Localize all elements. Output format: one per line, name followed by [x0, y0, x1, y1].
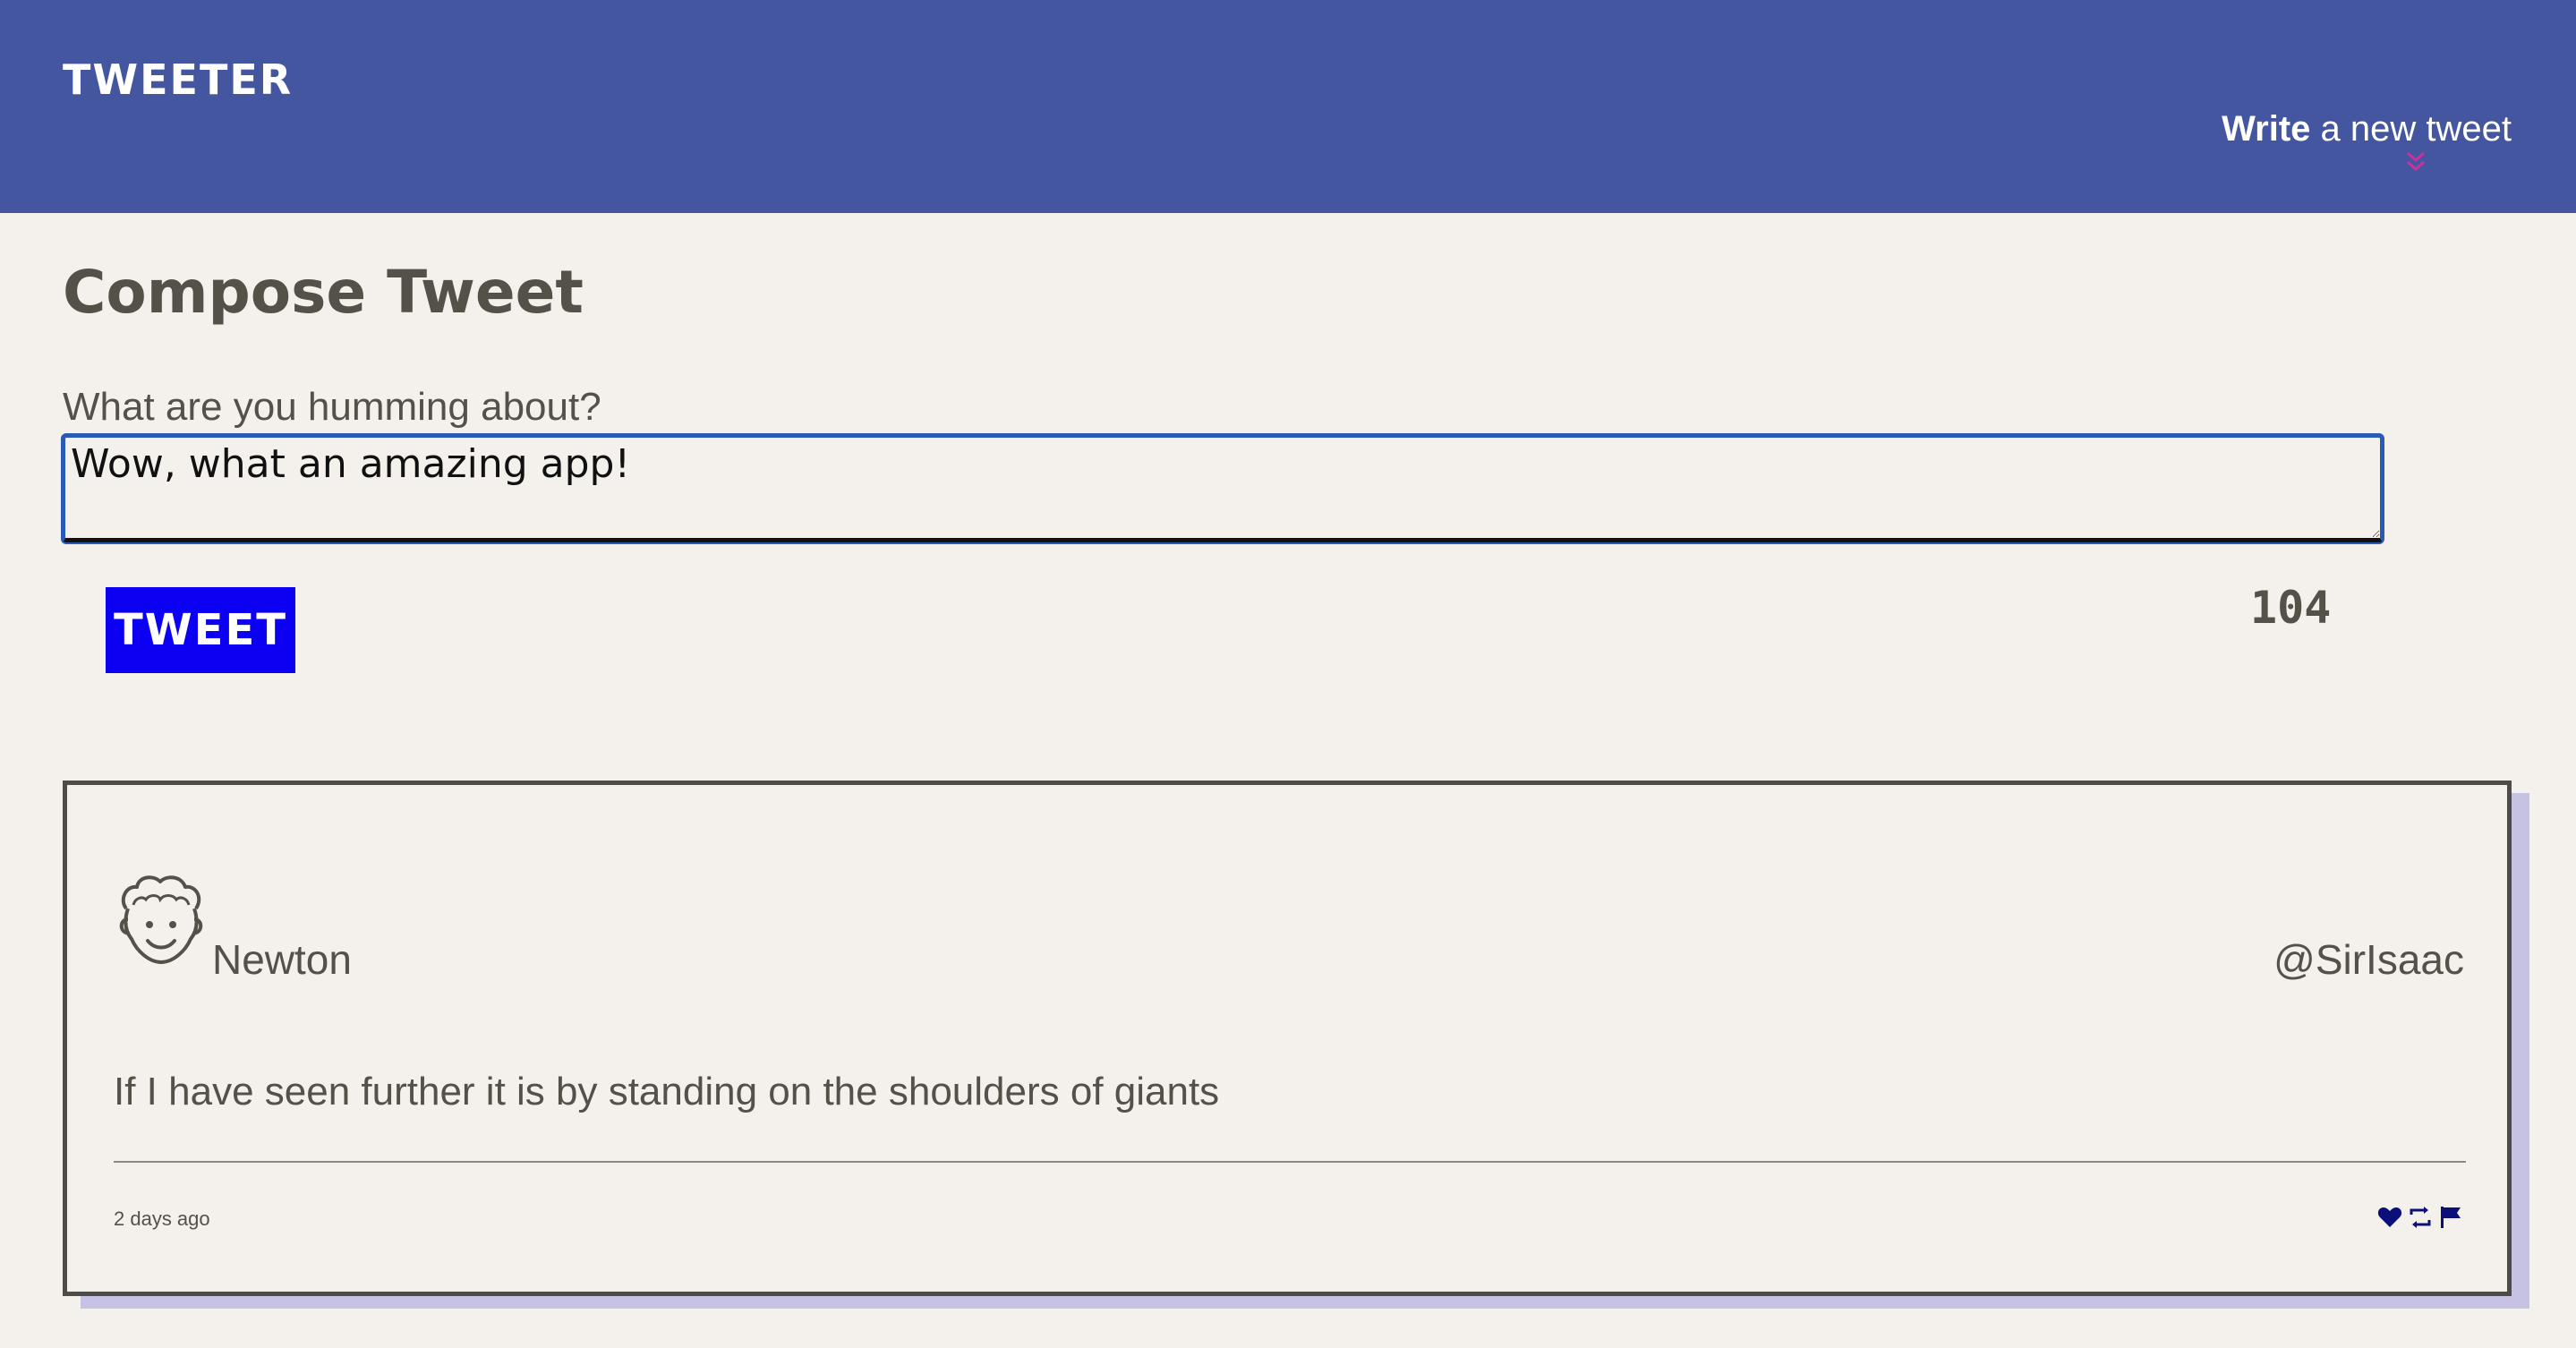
tweet-divider — [114, 1161, 2466, 1163]
tweet-actions — [2376, 1204, 2464, 1231]
character-counter: 104 — [2250, 582, 2332, 634]
avatar-face-icon — [119, 875, 203, 965]
double-chevron-down-icon[interactable] — [2404, 150, 2427, 174]
tweet-timestamp: 2 days ago — [114, 1207, 210, 1230]
author-name: Newton — [212, 936, 352, 983]
compose-title: Compose Tweet — [63, 258, 584, 327]
retweet-icon[interactable] — [2407, 1204, 2434, 1231]
compose-label: What are you humming about? — [63, 385, 601, 429]
tweet-content: If I have seen further it is by standing… — [114, 1070, 1220, 1113]
write-rest-text: a new tweet — [2310, 109, 2512, 149]
write-strong-text: Write — [2222, 109, 2311, 149]
author-handle: @SirIsaac — [2273, 936, 2464, 983]
brand-logo[interactable]: TWEETER — [63, 55, 293, 104]
tweet-card: Newton @SirIsaac If I have seen further … — [63, 781, 2512, 1296]
navbar: TWEETER Write a new tweet — [0, 0, 2576, 213]
flag-icon[interactable] — [2437, 1204, 2464, 1231]
tweet-textarea[interactable]: Wow, what an amazing app! — [63, 435, 2383, 542]
heart-icon[interactable] — [2376, 1204, 2403, 1231]
write-new-tweet-link[interactable]: Write a new tweet — [2222, 109, 2512, 149]
tweet-button[interactable]: TWEET — [106, 587, 295, 673]
